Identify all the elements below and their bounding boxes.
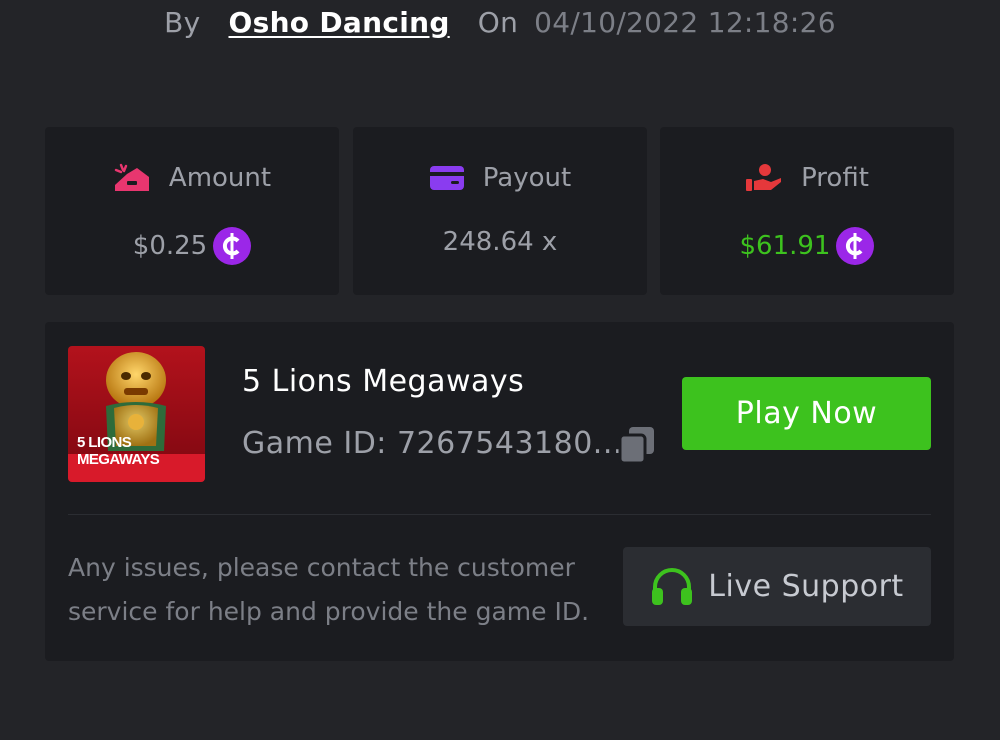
game-title[interactable]: 5 Lions Megaways [242, 364, 524, 399]
by-label: By [164, 5, 201, 39]
thumbnail-caption-line2: MEGAWAYS [77, 451, 160, 468]
divider [68, 514, 931, 515]
username-link[interactable]: Osho Dancing [229, 6, 450, 39]
profit-card: Profit $61.91 [660, 127, 954, 295]
coin-icon [213, 227, 252, 265]
hand-profit-icon [746, 164, 782, 191]
wallet-icon [114, 163, 149, 191]
profit-label: Profit [801, 163, 869, 193]
support-message: Any issues, please contact the customer … [68, 553, 590, 626]
payout-header: Payout [353, 163, 647, 193]
thumbnail-caption-line1: 5 LIONS [77, 434, 132, 451]
credit-card-icon [429, 166, 464, 190]
amount-label: Amount [168, 163, 272, 193]
copy-icon[interactable] [618, 425, 656, 469]
profit-header: Profit [660, 163, 954, 193]
profit-value: $61.91 [739, 231, 831, 261]
on-label: On [477, 5, 519, 39]
payout-value-row: 248.64 x [353, 227, 647, 257]
bet-datetime: 04/10/2022 12:18:26 [534, 5, 836, 39]
live-support-label: Live Support [708, 569, 904, 604]
game-thumbnail[interactable]: 5 LIONS MEGAWAYS [68, 346, 205, 482]
amount-value-row: $0.25 [45, 227, 339, 265]
profit-value-row: $61.91 [660, 227, 954, 265]
bet-byline: By Osho Dancing On 04/10/2022 12:18:26 [0, 0, 1000, 44]
payout-value: 248.64 x [442, 227, 558, 257]
live-support-button[interactable]: Live Support [623, 547, 931, 626]
coin-icon [836, 227, 875, 265]
game-card: 5 LIONS MEGAWAYS 5 Lions Megaways Game I… [45, 322, 954, 661]
amount-header: Amount [45, 163, 339, 193]
headset-icon [652, 567, 693, 605]
amount-value: $0.25 [132, 231, 208, 261]
game-id: Game ID: 7267543180... [242, 426, 623, 461]
amount-card: Amount $0.25 [45, 127, 339, 295]
payout-card: Payout 248.64 x [353, 127, 647, 295]
payout-label: Payout [482, 163, 572, 193]
play-now-button[interactable]: Play Now [682, 377, 931, 450]
bet-stats: Amount $0.25 Payout 248.64 x Profit $61.… [45, 127, 954, 295]
thumbnail-caption: 5 LIONS MEGAWAYS [77, 434, 160, 468]
